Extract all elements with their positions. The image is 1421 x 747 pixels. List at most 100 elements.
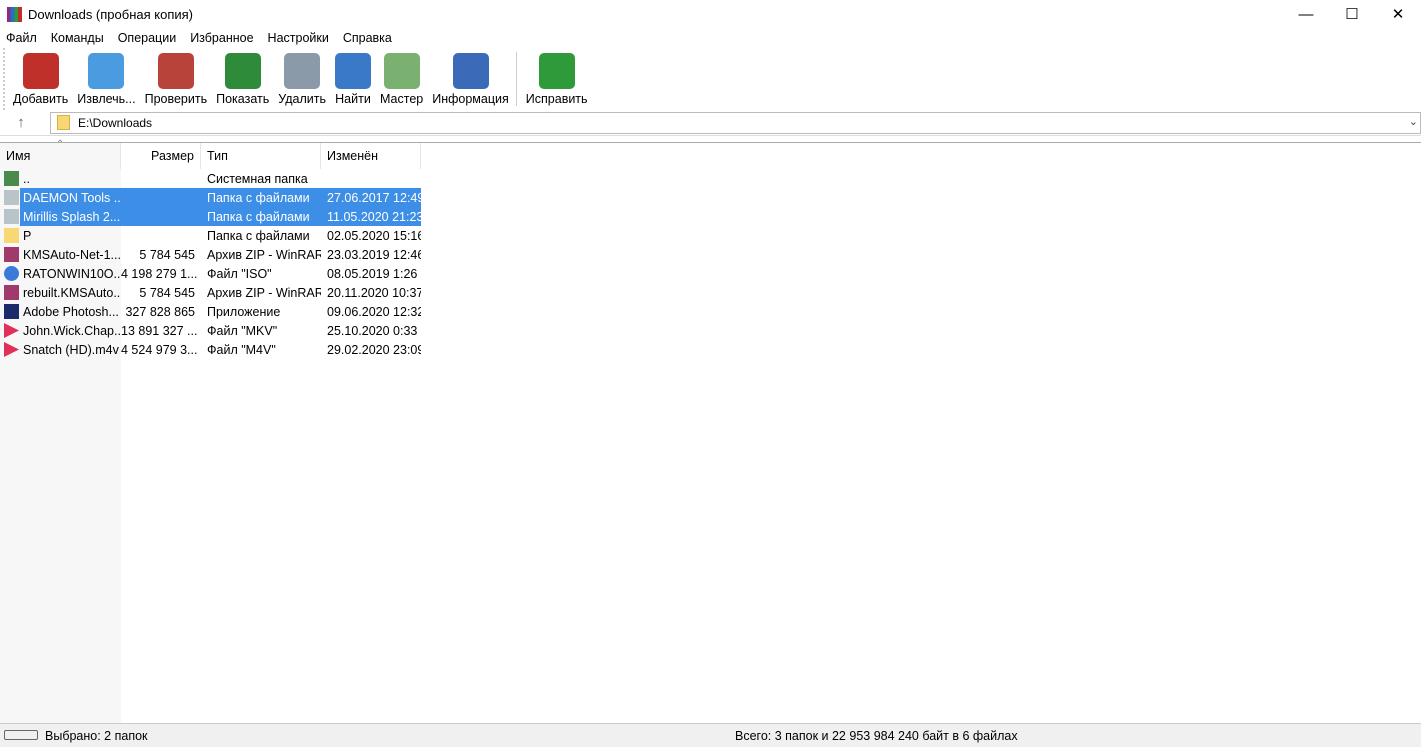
window-title: Downloads (пробная копия) (28, 6, 193, 22)
folder-icon (4, 190, 19, 205)
menu-item[interactable]: Файл (6, 31, 37, 45)
toolbar-button-label: Мастер (379, 92, 424, 106)
file-modified: 25.10.2020 0:33 (327, 323, 418, 338)
menu-item[interactable]: Избранное (190, 31, 253, 45)
toolbar-button-extract-folder[interactable]: Извлечь... (77, 53, 136, 106)
file-row[interactable]: Adobe Photosh... 327 828 865 Приложение 09.… (0, 302, 1421, 321)
file-type: Системная папка (207, 171, 308, 186)
minimize-button[interactable]: — (1283, 0, 1329, 28)
archive-add-icon (22, 53, 59, 89)
toolbar-button-wizard-wand[interactable]: Мастер (380, 53, 423, 106)
test-clipboard-icon (157, 53, 194, 89)
toolbar-button-label: Найти (335, 92, 371, 106)
parent-folder-icon (4, 171, 19, 186)
file-type: Архив ZIP - WinRAR (207, 247, 321, 262)
file-modified: 20.11.2020 10:37 (327, 285, 421, 300)
file-name: Mirillis Splash 2.... (23, 209, 121, 224)
toolbar-button-trash[interactable]: Удалить (278, 53, 326, 106)
toolbar-button-test-clipboard[interactable]: Проверить (144, 53, 208, 106)
file-type: Файл "M4V" (207, 342, 276, 357)
column-header-modified[interactable]: Изменён (321, 143, 421, 169)
chevron-down-icon[interactable]: ⌄ (1409, 115, 1418, 128)
toolbar-button-label: Проверить (144, 92, 208, 106)
toolbar-button-search[interactable]: Найти (334, 53, 371, 106)
file-list: Имя ⌃ Размер Тип Изменён .. Системная папк… (0, 139, 1421, 723)
maximize-button[interactable]: ☐ (1329, 0, 1375, 28)
file-type: Папка с файлами (207, 228, 310, 243)
close-button[interactable]: ✕ (1375, 0, 1421, 28)
wizard-wand-icon (383, 53, 420, 89)
column-header-type[interactable]: Тип (201, 143, 321, 169)
toolbar-button-label: Извлечь... (77, 92, 136, 106)
video-play-icon (4, 342, 19, 357)
file-type: Файл "MKV" (207, 323, 278, 338)
drive-key-icon (4, 730, 38, 740)
file-row[interactable]: John.Wick.Chap... 13 891 327 ... Файл "MKV… (0, 321, 1421, 340)
folder-icon (57, 115, 70, 130)
up-arrow-button[interactable]: ↑ (0, 114, 42, 131)
video-play-icon (4, 323, 19, 338)
file-modified: 11.05.2020 21:23 (327, 209, 421, 224)
list-header: Имя ⌃ Размер Тип Изменён (0, 139, 1421, 169)
address-bar[interactable]: E:\Downloads ⌄ (50, 111, 1421, 134)
photoshop-icon (4, 304, 19, 319)
file-type: Папка с файлами (207, 209, 310, 224)
file-type: Файл "ISO" (207, 266, 272, 281)
file-modified: 09.06.2020 12:32 (327, 304, 421, 319)
file-size: 4 198 279 1... (121, 266, 198, 281)
toolbar-button-view-book[interactable]: Показать (216, 53, 269, 106)
menu-item[interactable]: Справка (343, 31, 392, 45)
repair-icon (538, 53, 575, 89)
file-name: P (23, 228, 32, 243)
file-size: 5 784 545 (139, 247, 195, 262)
file-modified: 29.02.2020 23:09 (327, 342, 421, 357)
file-row[interactable]: rebuilt.KMSAuto... 5 784 545 Архив ZIP - W… (0, 283, 1421, 302)
toolbar-button-label: Удалить (278, 92, 326, 106)
file-name: John.Wick.Chap... (23, 323, 121, 338)
column-header-name[interactable]: Имя ⌃ (0, 139, 121, 169)
file-name: rebuilt.KMSAuto... (23, 285, 121, 300)
toolbar-button-info[interactable]: Информация (432, 53, 509, 106)
status-bar: Выбрано: 2 папок Всего: 3 папок и 22 953… (0, 723, 1421, 747)
menu-item[interactable]: Команды (51, 31, 104, 45)
status-total: Всего: 3 папок и 22 953 984 240 байт в 6… (735, 728, 1018, 743)
file-row[interactable]: RATONWIN10O... 4 198 279 1... Файл "ISO" 08… (0, 264, 1421, 283)
winrar-app-icon (7, 6, 22, 22)
toolbar-separator (515, 52, 517, 106)
info-icon (452, 53, 489, 89)
view-book-icon (224, 53, 261, 89)
sort-ascending-icon: ⌃ (56, 139, 65, 150)
file-row[interactable]: DAEMON Tools ... Папка с файлами 27.06.201… (0, 188, 1421, 207)
status-selected: Выбрано: 2 папок (45, 728, 148, 743)
menu-item[interactable]: Настройки (268, 31, 329, 45)
column-label: Имя (6, 149, 31, 163)
file-size: 4 524 979 3... (121, 342, 198, 357)
toolbar-button-label: Добавить (13, 92, 69, 106)
winrar-archive-icon (4, 285, 19, 300)
file-name: DAEMON Tools ... (23, 190, 121, 205)
file-row[interactable]: KMSAuto-Net-1... 5 784 545 Архив ZIP - Win… (0, 245, 1421, 264)
file-name: KMSAuto-Net-1... (23, 247, 121, 262)
file-row[interactable]: .. Системная папка (0, 169, 1421, 188)
folder-icon (4, 209, 19, 224)
winrar-archive-icon (4, 247, 19, 262)
toolbar-button-label: Информация (432, 92, 509, 106)
file-name: Adobe Photosh... (23, 304, 119, 319)
toolbar-button-repair[interactable]: Исправить (526, 53, 588, 106)
file-modified: 23.03.2019 12:46 (327, 247, 421, 262)
menu-item[interactable]: Операции (118, 31, 176, 45)
extract-folder-icon (88, 53, 125, 89)
file-row[interactable]: Snatch (HD).m4v 4 524 979 3... Файл "M4V" 2… (0, 340, 1421, 359)
menu-bar: Файл Команды Операции Избранное Настройки Спр… (0, 28, 1421, 48)
file-size: 327 828 865 (125, 304, 195, 319)
file-type: Архив ZIP - WinRAR (207, 285, 321, 300)
file-row[interactable]: Mirillis Splash 2.... Папка с файлами 11.0… (0, 207, 1421, 226)
address-path: E:\Downloads (78, 115, 153, 130)
file-size: 5 784 545 (139, 285, 195, 300)
file-type: Папка с файлами (207, 190, 310, 205)
file-row[interactable]: P Папка с файлами 02.05.2020 15:16 (0, 226, 1421, 245)
toolbar-button-label: Исправить (525, 92, 588, 106)
toolbar-button-archive-add[interactable]: Добавить (13, 53, 68, 106)
column-header-size[interactable]: Размер (121, 143, 201, 169)
toolbar: Добавить Извлечь... Проверить Показать Удали… (3, 48, 1421, 110)
